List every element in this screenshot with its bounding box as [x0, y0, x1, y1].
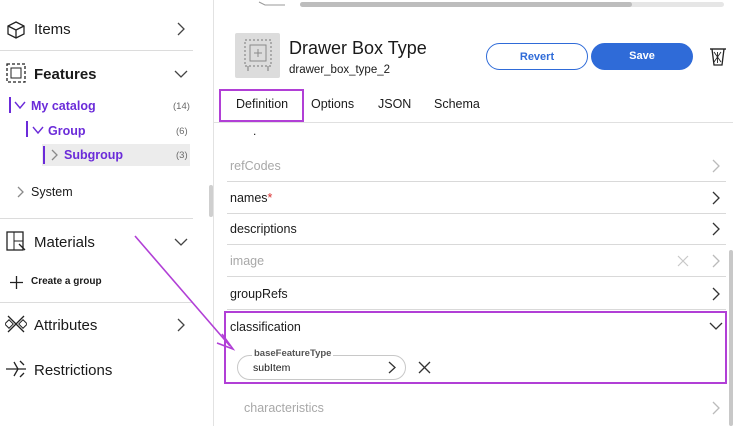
tab-bar-divider: [214, 122, 733, 123]
sidebar-item-items[interactable]: Items: [0, 12, 193, 46]
page-subtitle: drawer_box_type_2: [289, 64, 391, 76]
tree-item-group[interactable]: Group (6): [30, 121, 190, 141]
tree-item-count: (3): [176, 150, 188, 161]
tree-item-count: (6): [176, 126, 188, 137]
chevron-down-icon[interactable]: [708, 320, 724, 332]
scrollbar-thumb[interactable]: [300, 2, 632, 7]
clear-icon[interactable]: [677, 255, 689, 267]
create-group-label: Create a group: [31, 276, 102, 287]
tab-definition[interactable]: Definition: [236, 97, 288, 111]
chevron-down-icon: [32, 126, 44, 135]
save-button[interactable]: Save: [591, 43, 693, 70]
tree-item-system[interactable]: System: [12, 182, 190, 202]
tree-item-label: Subgroup: [64, 148, 124, 162]
pane-divider: [213, 0, 214, 426]
tab-schema[interactable]: Schema: [434, 97, 480, 111]
row-descriptions[interactable]: descriptions: [227, 213, 726, 245]
row-label: names*: [230, 191, 272, 205]
divider: [0, 218, 193, 219]
revert-button[interactable]: Revert: [486, 43, 588, 70]
names-label: names: [230, 191, 268, 205]
chevron-right-icon: [712, 254, 720, 268]
feature-thumbnail: [235, 33, 280, 78]
row-refcodes[interactable]: refCodes: [227, 150, 726, 182]
tree-item-label: My catalog: [31, 99, 96, 113]
sidebar-item-label: Items: [34, 21, 71, 38]
tab-options[interactable]: Options: [311, 97, 354, 111]
row-characteristics[interactable]: characteristics: [240, 391, 726, 426]
page-title: Drawer Box Type: [289, 38, 427, 58]
cube-icon: [7, 21, 25, 39]
required-marker: *: [267, 191, 273, 205]
vertical-scrollbar[interactable]: [729, 250, 733, 426]
chevron-down-icon: [174, 70, 188, 78]
field-legend: baseFeatureType: [252, 348, 334, 359]
chevron-right-icon: [712, 287, 720, 301]
chevron-right-icon: [51, 149, 58, 161]
sidebar-item-label: Features: [34, 66, 97, 83]
tree-item-label: Group: [48, 124, 86, 138]
tree-item-subgroup[interactable]: Subgroup (3): [42, 144, 190, 166]
row-label: groupRefs: [230, 287, 288, 301]
sidebar-item-label: Attributes: [34, 317, 98, 334]
row-label: classification: [230, 320, 301, 334]
row-label: characteristics: [244, 401, 324, 415]
tab-json[interactable]: JSON: [378, 97, 411, 111]
create-group-button[interactable]: Create a group: [0, 270, 193, 294]
chevron-right-icon: [712, 159, 720, 173]
chevron-down-icon: [14, 101, 26, 110]
tree-item-label: System: [31, 185, 73, 199]
chevron-right-icon: [712, 191, 720, 205]
remove-icon[interactable]: [418, 361, 431, 374]
back-arrow-icon[interactable]: [257, 0, 287, 8]
chevron-right-icon: [177, 318, 185, 332]
row-names[interactable]: names*: [227, 182, 726, 214]
chevron-right-icon: [712, 222, 720, 236]
sidebar-item-attributes[interactable]: Attributes: [0, 308, 193, 342]
sidebar-item-features[interactable]: Features: [0, 56, 193, 90]
field-value: subItem: [253, 362, 291, 374]
restrictions-icon: [6, 360, 26, 378]
row-label: refCodes: [230, 159, 281, 173]
tree-line: [26, 121, 28, 137]
sidebar-item-label: Materials: [34, 234, 95, 251]
chevron-right-icon: [712, 401, 720, 415]
divider: [0, 50, 193, 51]
row-label: descriptions: [230, 222, 297, 236]
drawer-box-icon: [244, 39, 272, 71]
row-grouprefs[interactable]: groupRefs: [227, 278, 726, 310]
sidebar-item-label: Restrictions: [34, 362, 113, 379]
tree-line: [43, 146, 45, 164]
chevron-right-icon: [388, 361, 396, 374]
chevron-right-icon: [177, 22, 185, 36]
row-image[interactable]: image: [227, 245, 726, 277]
horizontal-scrollbar[interactable]: [300, 2, 724, 7]
attributes-icon: [5, 315, 27, 333]
materials-icon: [6, 231, 26, 251]
chevron-right-icon: [17, 186, 24, 198]
chevron-down-icon: [174, 238, 188, 246]
tree-item-my-catalog[interactable]: My catalog (14): [12, 96, 190, 116]
tree-item-count: (14): [173, 101, 190, 112]
row-label: image: [230, 254, 265, 268]
sidebar: Items Features My catalog (14) Group (6): [0, 0, 193, 426]
sidebar-item-restrictions[interactable]: Restrictions: [0, 352, 193, 386]
features-grid-icon: [6, 63, 26, 83]
tree-line: [9, 97, 11, 113]
trash-icon[interactable]: [708, 45, 728, 67]
sidebar-item-materials[interactable]: Materials: [0, 224, 193, 258]
divider: [0, 302, 193, 303]
partial-row-text: .: [253, 124, 257, 138]
plus-icon: [10, 276, 23, 289]
